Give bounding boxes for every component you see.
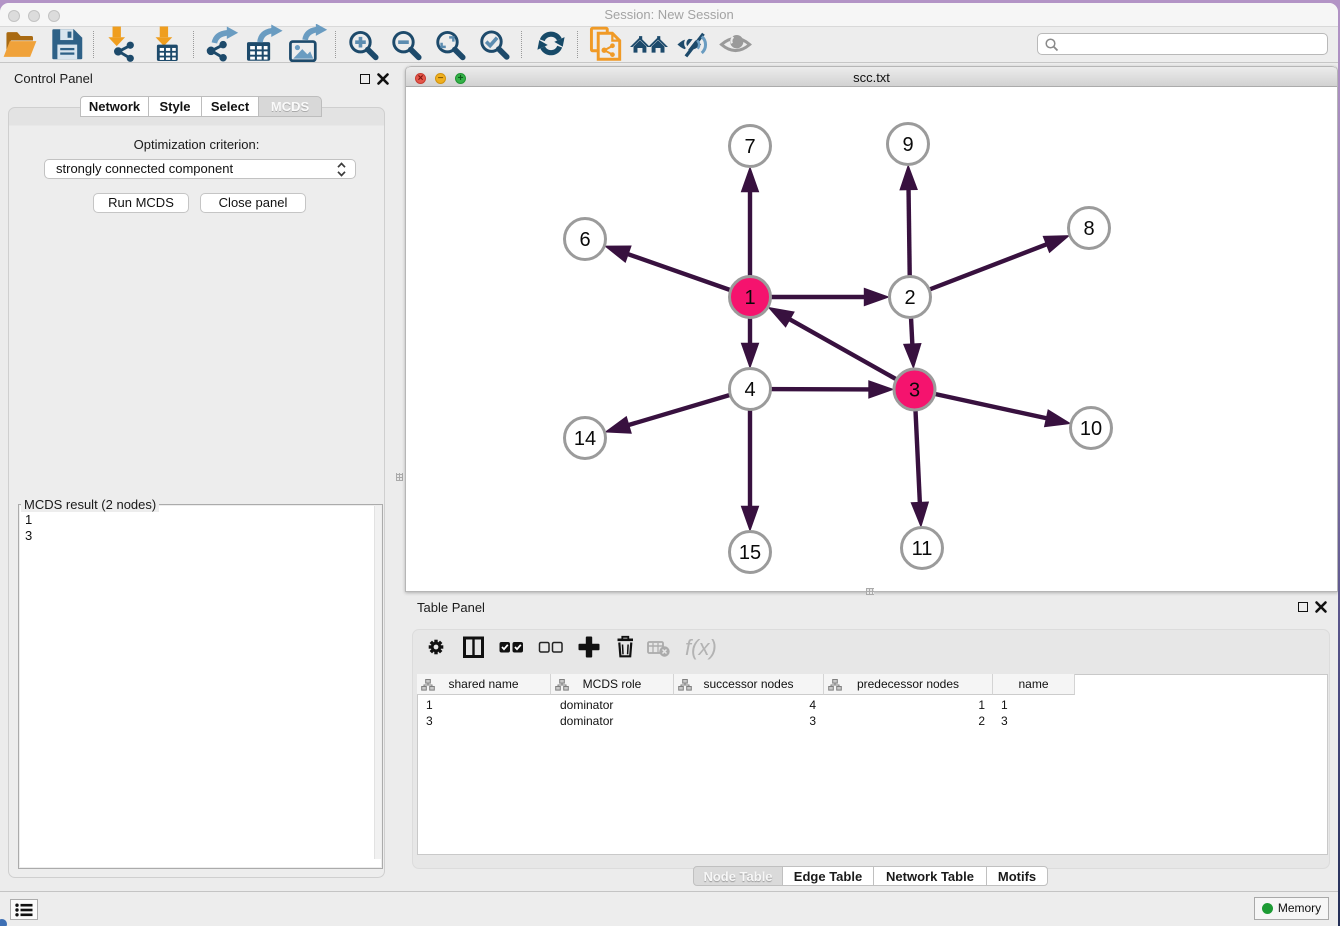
svg-text:7: 7 [744, 136, 755, 158]
svg-text:10: 10 [1080, 418, 1102, 440]
svg-text:15: 15 [739, 542, 761, 564]
svg-text:14: 14 [574, 428, 596, 450]
svg-text:4: 4 [744, 379, 755, 401]
svg-text:1: 1 [744, 287, 755, 309]
svg-text:f(x): f(x) [685, 635, 717, 660]
svg-text:9: 9 [902, 134, 913, 156]
svg-text:3: 3 [909, 380, 920, 402]
svg-text:6: 6 [579, 229, 590, 251]
svg-text:8: 8 [1083, 218, 1094, 240]
svg-text:2: 2 [904, 287, 915, 309]
svg-text:11: 11 [912, 538, 933, 560]
